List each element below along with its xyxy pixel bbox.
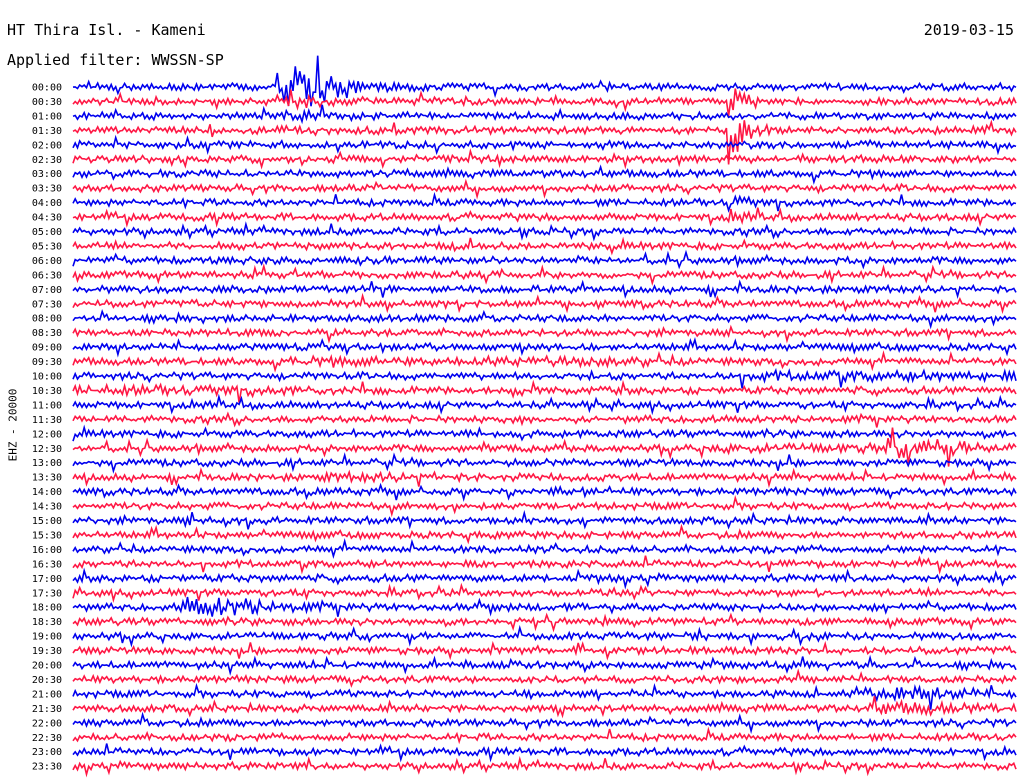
trace-1730 (72, 582, 1017, 603)
tick-label-group: 00:00 00:30 01:00 01:30 02:00 02:30 03:00 03:30… (32, 83, 62, 773)
trace-1030 (72, 379, 1017, 403)
trace-2230 (72, 726, 1017, 745)
trace-0900 (72, 337, 1017, 358)
trace-1800 (72, 596, 1017, 617)
trace-1100 (72, 393, 1017, 416)
tick-label-1230: 12:30 (32, 444, 62, 455)
tick-label-0400: 04:00 (32, 198, 62, 209)
trace-1530 (72, 523, 1017, 545)
trace-1930 (72, 640, 1017, 661)
tick-label-1400: 14:00 (32, 487, 62, 498)
trace-0630 (72, 263, 1017, 287)
tick-label-0630: 06:30 (32, 270, 62, 281)
tick-label-1630: 16:30 (32, 559, 62, 570)
tick-label-2100: 21:00 (32, 689, 62, 700)
trace-1200 (72, 424, 1017, 442)
tick-label-2000: 20:00 (32, 661, 62, 672)
trace-0700 (72, 279, 1017, 299)
tick-label-0900: 09:00 (32, 343, 62, 354)
trace-1400 (72, 482, 1017, 502)
trace-0230 (72, 148, 1017, 170)
trace-0930 (72, 350, 1017, 373)
trace-2130 (72, 696, 1017, 719)
trace-0830 (72, 324, 1017, 344)
trace-0200 (72, 134, 1017, 156)
trace-0430 (72, 207, 1017, 228)
tick-label-2030: 20:30 (32, 675, 62, 686)
trace-0530 (72, 236, 1017, 256)
trace-2000 (72, 654, 1017, 676)
trace-0600 (72, 249, 1017, 270)
trace-1500 (72, 509, 1017, 530)
tick-label-1730: 17:30 (32, 588, 62, 599)
tick-label-1430: 14:30 (32, 502, 62, 513)
tick-label-1600: 16:00 (32, 545, 62, 556)
tick-label-1800: 18:00 (32, 603, 62, 614)
trace-0500 (72, 221, 1017, 242)
tick-label-0500: 05:00 (32, 227, 62, 238)
tick-label-0230: 02:30 (32, 155, 62, 166)
tick-label-1030: 10:30 (32, 386, 62, 397)
tick-label-2300: 23:00 (32, 747, 62, 758)
tick-label-2200: 22:00 (32, 718, 62, 729)
helicorder-page: HT Thira Isl. - Kameni 2019-03-15 Applie… (0, 0, 1024, 780)
tick-label-1500: 15:00 (32, 516, 62, 527)
trace-1000 (72, 367, 1017, 389)
tick-label-0730: 07:30 (32, 299, 62, 310)
trace-1900 (72, 624, 1017, 648)
trace-1630 (72, 555, 1017, 575)
tick-label-0530: 05:30 (32, 241, 62, 252)
trace-2030 (72, 668, 1017, 688)
trace-2300 (72, 743, 1017, 763)
trace-0330 (72, 178, 1017, 200)
tick-label-2130: 21:30 (32, 704, 62, 715)
tick-label-1330: 13:30 (32, 473, 62, 484)
trace-1430 (72, 494, 1017, 518)
tick-label-1130: 11:30 (32, 415, 62, 426)
trace-1700 (72, 567, 1017, 590)
trace-0730 (72, 292, 1017, 315)
tick-label-1900: 19:00 (32, 632, 62, 643)
trace-group (72, 55, 1017, 778)
tick-label-0700: 07:00 (32, 285, 62, 296)
trace-1330 (72, 467, 1017, 489)
tick-label-1200: 12:00 (32, 429, 62, 440)
tick-label-0300: 03:00 (32, 169, 62, 180)
tick-label-0930: 09:30 (32, 357, 62, 368)
helicorder-chart: 00:00 00:30 01:00 01:30 02:00 02:30 03:00 03:30… (32, 55, 1017, 778)
tick-label-0100: 01:00 (32, 111, 62, 122)
tick-label-1100: 11:00 (32, 400, 62, 411)
trace-0100 (72, 104, 1017, 125)
tick-label-2330: 23:30 (32, 762, 62, 773)
tick-label-1530: 15:30 (32, 531, 62, 542)
trace-2330 (72, 755, 1017, 778)
tick-label-0330: 03:30 (32, 184, 62, 195)
tick-label-0830: 08:30 (32, 328, 62, 339)
tick-label-1300: 13:00 (32, 458, 62, 469)
tick-label-0430: 04:30 (32, 213, 62, 224)
tick-label-2230: 22:30 (32, 733, 62, 744)
tick-label-1930: 19:30 (32, 646, 62, 657)
tick-label-0800: 08:00 (32, 314, 62, 325)
tick-label-0000: 00:00 (32, 83, 62, 94)
tick-label-1700: 17:00 (32, 574, 62, 585)
tick-label-0130: 01:30 (32, 126, 62, 137)
trace-0800 (72, 309, 1017, 330)
tick-label-0600: 06:00 (32, 256, 62, 267)
tick-label-0030: 00:30 (32, 97, 62, 108)
tick-label-1000: 10:00 (32, 372, 62, 383)
tick-label-0200: 02:00 (32, 140, 62, 151)
trace-1600 (72, 538, 1017, 559)
trace-0300 (72, 164, 1017, 185)
trace-0030 (72, 88, 1017, 117)
trace-1830 (72, 612, 1017, 633)
trace-1130 (72, 411, 1017, 428)
trace-1300 (72, 452, 1017, 474)
trace-2200 (72, 711, 1017, 735)
tick-label-1830: 18:30 (32, 617, 62, 628)
